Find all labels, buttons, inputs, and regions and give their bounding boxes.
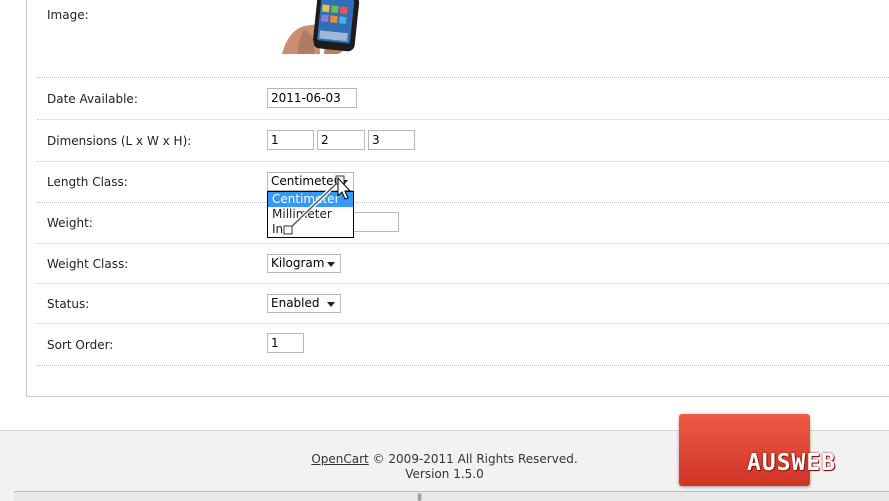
copyright-text: © 2009-2011 All Rights Reserved.	[372, 452, 578, 466]
chevron-down-icon	[327, 262, 335, 267]
row-divider	[37, 283, 889, 284]
width-input[interactable]: 2	[317, 130, 365, 150]
row-divider	[37, 365, 889, 366]
dimensions-label: Dimensions (L x W x H):	[47, 134, 192, 148]
status-select[interactable]: Enabled	[267, 294, 341, 313]
ausweb-logo-text: AUSWEB	[747, 450, 837, 476]
length-class-label: Length Class:	[47, 175, 128, 189]
sort-order-input[interactable]: 1	[267, 333, 304, 353]
weight-input[interactable]	[353, 212, 399, 232]
form-panel	[26, 0, 889, 397]
row-divider	[37, 243, 889, 244]
mouse-cursor-icon	[283, 175, 352, 235]
weight-class-label: Weight Class:	[47, 257, 129, 271]
row-divider	[37, 161, 889, 162]
chevron-down-icon	[327, 302, 335, 307]
image-label: Image:	[47, 8, 89, 22]
status-label: Status:	[47, 297, 90, 311]
sort-order-label: Sort Order:	[47, 338, 114, 352]
row-divider	[37, 323, 889, 324]
row-divider	[37, 119, 889, 120]
status-selected: Enabled	[271, 296, 320, 310]
weight-label: Weight:	[47, 216, 93, 230]
product-image[interactable]	[268, 0, 360, 54]
opencart-link[interactable]: OpenCart	[311, 452, 368, 466]
row-divider	[37, 202, 889, 203]
date-available-label: Date Available:	[47, 92, 138, 106]
weight-class-select[interactable]: Kilogram	[267, 254, 341, 273]
phone-in-hand-image	[268, 0, 360, 54]
weight-class-selected: Kilogram	[271, 256, 325, 270]
length-input[interactable]: 1	[267, 130, 314, 150]
row-divider	[37, 77, 889, 78]
height-input[interactable]: 3	[368, 130, 415, 150]
date-available-input[interactable]: 2011-06-03	[267, 88, 357, 108]
